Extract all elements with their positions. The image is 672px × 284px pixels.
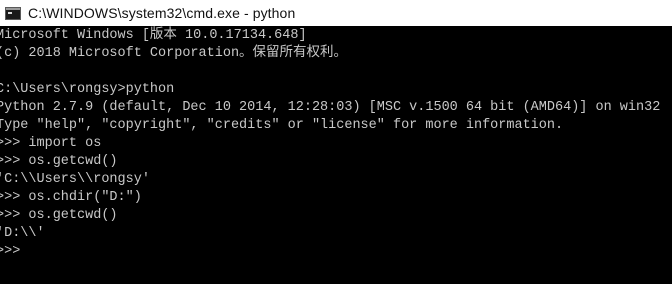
console-line-version: Microsoft Windows [版本 10.0.17134.648]	[0, 28, 307, 43]
cmd-icon	[5, 6, 21, 20]
console-line-output: 'D:\\'	[0, 226, 45, 241]
console-input-prompt[interactable]: >>>	[0, 243, 20, 261]
console-line-prompt: C:\Users\rongsy>python	[0, 82, 175, 97]
console-output[interactable]: Microsoft Windows [版本 10.0.17134.648] (c…	[0, 26, 672, 284]
console-line-import: >>> import os	[0, 136, 102, 151]
console-line-chdir: >>> os.chdir("D:")	[0, 190, 142, 205]
console-line-copyright: (c) 2018 Microsoft Corporation。保留所有权利。	[0, 46, 348, 61]
title-bar[interactable]: C:\WINDOWS\system32\cmd.exe - python	[0, 0, 672, 26]
console-line-python-banner: Python 2.7.9 (default, Dec 10 2014, 12:2…	[0, 100, 661, 115]
cmd-window: C:\WINDOWS\system32\cmd.exe - python Mic…	[0, 0, 672, 284]
console-line-help: Type "help", "copyright", "credits" or "…	[0, 118, 564, 133]
window-title: C:\WINDOWS\system32\cmd.exe - python	[28, 5, 296, 21]
console-line-output: 'C:\\Users\\rongsy'	[0, 172, 150, 187]
console-line-getcwd: >>> os.getcwd()	[0, 154, 118, 169]
console-line-getcwd: >>> os.getcwd()	[0, 208, 118, 223]
